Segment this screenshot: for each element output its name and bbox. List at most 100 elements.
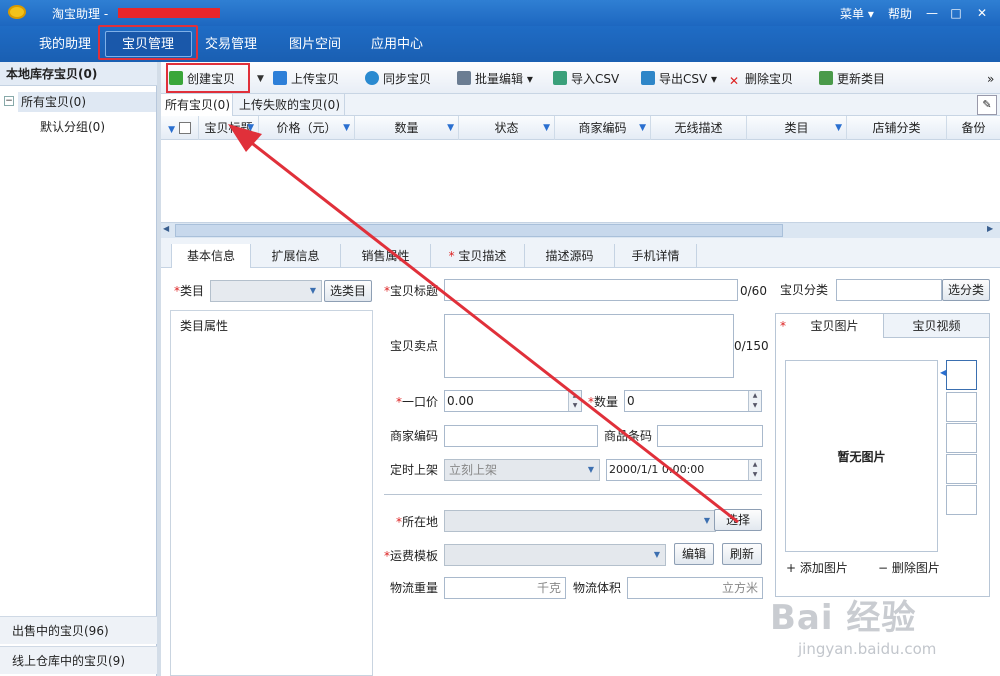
toolbar-more-button[interactable]: »	[987, 68, 994, 90]
location-label: *所在地	[396, 515, 439, 529]
remove-image-button[interactable]: − 删除图片	[878, 558, 940, 578]
merchant-code-input[interactable]	[444, 425, 598, 447]
filter-icon[interactable]: ▼	[247, 116, 254, 140]
left-panel: 本地库存宝贝(0) − 所有宝贝(0) 默认分组(0) 出售中的宝贝(96) 线…	[0, 62, 157, 676]
tab-mobile-detail[interactable]: 手机详情	[615, 244, 697, 268]
scroll-thumb[interactable]	[175, 224, 783, 237]
warehouse-items[interactable]: 线上仓库中的宝贝(9)	[0, 646, 157, 674]
chevron-down-icon: ▼	[703, 516, 711, 525]
tab-ext-info[interactable]: 扩展信息	[251, 244, 341, 268]
filter-icon[interactable]: ▼	[835, 116, 842, 140]
grid-header: ▼ 宝贝标题 ▼ 价格（元） ▼ 数量 ▼ 状态 ▼ 商家编码 ▼ 无线描述 类目 ▼ 店铺…	[161, 116, 1000, 140]
price-stepper[interactable]: ▲ ▼	[568, 391, 581, 411]
tab-item-desc[interactable]: * 宝贝描述	[431, 244, 525, 268]
price-input[interactable]: 0.00 ▲ ▼	[444, 390, 582, 412]
import-icon	[553, 71, 567, 85]
time-stepper[interactable]: ▲ ▼	[748, 460, 761, 480]
chevron-down-icon: ▼	[587, 465, 595, 474]
choose-category-button[interactable]: 选类目	[324, 280, 372, 302]
category-select[interactable]: ▼	[210, 280, 322, 302]
edit-columns-icon[interactable]: ✎	[977, 95, 997, 115]
col-backup[interactable]: 备份	[947, 116, 1000, 140]
import-csv-button[interactable]: 导入CSV	[553, 68, 619, 90]
shop-category-input[interactable]	[836, 279, 942, 301]
on-sale-items[interactable]: 出售中的宝贝(96)	[0, 616, 157, 644]
col-status[interactable]: 状态 ▼	[459, 116, 555, 140]
quantity-input[interactable]: 0 ▲ ▼	[624, 390, 762, 412]
scroll-right-icon[interactable]: ▶	[987, 224, 993, 233]
upload-item-button[interactable]: 上传宝贝	[273, 68, 339, 90]
selling-point-input[interactable]	[444, 314, 734, 378]
close-button[interactable]: ✕	[972, 3, 992, 23]
image-thumb-slot[interactable]	[946, 423, 977, 453]
update-icon	[819, 71, 833, 85]
col-shop-category[interactable]: 店铺分类	[847, 116, 947, 140]
schedule-select[interactable]: 立刻上架 ▼	[444, 459, 600, 481]
barcode-input[interactable]	[657, 425, 763, 447]
volume-input[interactable]: 立方米	[627, 577, 763, 599]
tab-item-images[interactable]: * 宝贝图片	[776, 314, 884, 338]
title-label: *宝贝标题	[384, 284, 439, 298]
select-all-checkbox[interactable]: ▼	[161, 116, 199, 140]
create-dropdown-icon[interactable]: ▼	[257, 68, 264, 90]
minimize-button[interactable]: —	[922, 3, 942, 23]
choose-location-button[interactable]: 选择	[714, 509, 762, 531]
col-price[interactable]: 价格（元） ▼	[259, 116, 355, 140]
nav-tab-my-assistant[interactable]: 我的助理	[30, 32, 100, 58]
grid-body[interactable]	[161, 140, 1000, 222]
nav-tab-trade-management[interactable]: 交易管理	[196, 32, 266, 58]
scroll-left-icon[interactable]: ◀	[163, 224, 169, 233]
choose-shop-category-button[interactable]: 选分类	[942, 279, 990, 301]
image-thumb-slot[interactable]	[946, 360, 977, 390]
no-image-placeholder: 暂无图片	[785, 360, 938, 552]
refresh-shipping-button[interactable]: 刷新	[722, 543, 762, 565]
filter-icon[interactable]: ▼	[343, 116, 350, 140]
edit-shipping-button[interactable]: 编辑	[674, 543, 714, 565]
batch-edit-button[interactable]: 批量编辑 ▾	[457, 68, 533, 90]
help-button[interactable]: 帮助	[888, 5, 912, 22]
tab-item-video[interactable]: 宝贝视频	[884, 314, 989, 338]
delete-item-button[interactable]: ✕ 删除宝贝	[727, 68, 793, 90]
merchant-code-label: 商家编码	[390, 429, 439, 443]
subtab-failed[interactable]: 上传失败的宝贝(0)	[235, 94, 345, 116]
filter-icon[interactable]: ▼	[447, 116, 454, 140]
barcode-label: 商品条码	[604, 429, 653, 443]
tree-item-all[interactable]: 所有宝贝(0)	[18, 92, 156, 112]
schedule-time-input[interactable]: 2000/1/1 0:00:00 ▲ ▼	[606, 459, 762, 481]
shop-category-label: 宝贝分类	[780, 283, 829, 297]
tree-item-default-group[interactable]: 默认分组(0)	[40, 118, 105, 136]
subtab-all[interactable]: 所有宝贝(0)	[161, 94, 233, 116]
menu-button[interactable]: 菜单 ▾	[840, 5, 874, 22]
tab-sales-attr[interactable]: 销售属性	[341, 244, 431, 268]
local-stock-header: 本地库存宝贝(0)	[0, 62, 157, 86]
sync-item-button[interactable]: 同步宝贝	[365, 68, 431, 90]
shipping-template-select[interactable]: ▼	[444, 544, 666, 566]
horizontal-scrollbar[interactable]: ◀ ▶	[161, 222, 1000, 238]
image-thumb-slot[interactable]	[946, 454, 977, 484]
nav-tab-app-center[interactable]: 应用中心	[362, 32, 432, 58]
title-input[interactable]	[444, 279, 738, 301]
schedule-label: 定时上架	[390, 463, 439, 477]
image-thumb-slot[interactable]	[946, 485, 977, 515]
maximize-button[interactable]: □	[946, 3, 966, 23]
col-merchant-code[interactable]: 商家编码 ▼	[555, 116, 651, 140]
filter-icon[interactable]: ▼	[639, 116, 646, 140]
tree-collapse-icon[interactable]: −	[4, 96, 14, 106]
col-quantity[interactable]: 数量 ▼	[355, 116, 459, 140]
quantity-stepper[interactable]: ▲ ▼	[748, 391, 761, 411]
tab-desc-source[interactable]: 描述源码	[525, 244, 615, 268]
location-select[interactable]: ▼	[444, 510, 716, 532]
export-csv-button[interactable]: 导出CSV ▾	[641, 68, 717, 90]
col-category[interactable]: 类目 ▼	[747, 116, 847, 140]
tab-basic-info[interactable]: 基本信息	[171, 244, 251, 268]
item-subtabs: 所有宝贝(0) 上传失败的宝贝(0) ✎	[161, 94, 1000, 116]
add-image-button[interactable]: + 添加图片	[786, 558, 848, 578]
baidu-watermark: Bai 经验	[770, 598, 917, 638]
col-wireless-desc[interactable]: 无线描述	[651, 116, 747, 140]
filter-icon[interactable]: ▼	[543, 116, 550, 140]
nav-tab-image-space[interactable]: 图片空间	[280, 32, 350, 58]
update-category-button[interactable]: 更新类目	[819, 68, 885, 90]
image-thumb-slot[interactable]	[946, 392, 977, 422]
weight-input[interactable]: 千克	[444, 577, 566, 599]
col-title[interactable]: 宝贝标题 ▼	[199, 116, 259, 140]
